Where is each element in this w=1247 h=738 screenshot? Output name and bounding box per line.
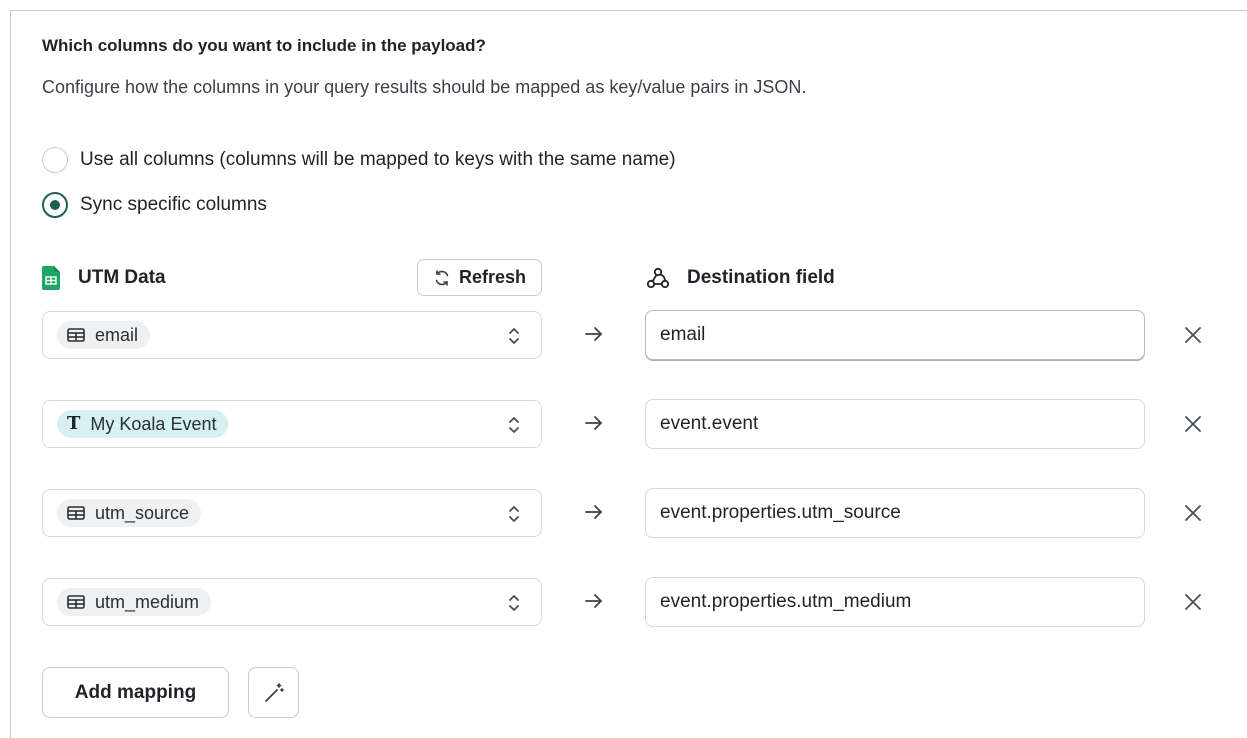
close-icon	[1185, 327, 1201, 343]
refresh-button[interactable]: Refresh	[417, 259, 542, 296]
text-chip: T My Koala Event	[57, 410, 229, 438]
column-name: email	[95, 324, 139, 345]
column-icon	[67, 506, 85, 520]
magic-wand-icon	[264, 682, 284, 702]
refresh-icon	[435, 269, 449, 286]
column-icon	[67, 328, 85, 342]
destination-field-input[interactable]	[645, 488, 1145, 538]
chevron-up-down-icon	[509, 506, 519, 522]
remove-mapping-button[interactable]	[1180, 322, 1206, 348]
chevron-up-down-icon	[509, 417, 519, 433]
radio-circle[interactable]	[42, 147, 68, 173]
column-chip: utm_source	[57, 499, 202, 527]
close-icon	[1185, 594, 1201, 610]
column-name: utm_source	[95, 502, 190, 523]
source-header: UTM Data	[42, 260, 166, 296]
mapping-row: email	[42, 310, 1222, 360]
destination-header: Destination field	[645, 260, 835, 296]
google-sheets-icon	[42, 266, 60, 290]
arrow-right-icon	[585, 327, 602, 341]
webhook-icon	[646, 267, 670, 289]
add-mapping-button[interactable]: Add mapping	[42, 667, 229, 718]
radio-circle-checked[interactable]	[42, 192, 68, 218]
chevron-up-down-icon	[509, 328, 519, 344]
magic-wand-button[interactable]	[248, 667, 299, 718]
source-column-select[interactable]: utm_medium	[42, 578, 542, 626]
destination-title: Destination field	[687, 267, 835, 288]
source-column-select[interactable]: T My Koala Event	[42, 400, 542, 448]
text-icon: T	[67, 413, 81, 434]
radio-label: Sync specific columns	[80, 194, 267, 215]
column-icon	[67, 595, 85, 609]
mapping-row: utm_source	[42, 488, 1222, 538]
chevron-up-down-icon	[509, 595, 519, 611]
refresh-label: Refresh	[458, 267, 527, 287]
remove-mapping-button[interactable]	[1180, 411, 1206, 437]
source-column-select[interactable]: utm_source	[42, 489, 542, 537]
source-column-select[interactable]: email	[42, 311, 542, 359]
mapping-row: T My Koala Event	[42, 399, 1222, 449]
arrow-right-icon	[585, 416, 602, 430]
remove-mapping-button[interactable]	[1180, 500, 1206, 526]
source-title: UTM Data	[78, 267, 166, 288]
radio-label: Use all columns (columns will be mapped …	[80, 149, 676, 170]
section-description: Configure how the columns in your query …	[42, 77, 807, 97]
column-name: utm_medium	[95, 591, 200, 612]
remove-mapping-button[interactable]	[1180, 589, 1206, 615]
panel-frame	[10, 10, 1247, 738]
column-name: My Koala Event	[90, 413, 217, 434]
destination-field-input[interactable]	[645, 577, 1145, 627]
radio-sync-specific-columns[interactable]: Sync specific columns	[42, 192, 267, 218]
close-icon	[1185, 505, 1201, 521]
arrow-right-icon	[585, 594, 602, 608]
column-chip: email	[57, 321, 151, 349]
mapping-row: utm_medium	[42, 577, 1222, 627]
destination-field-input[interactable]	[645, 399, 1145, 449]
section-question: Which columns do you want to include in …	[42, 36, 486, 55]
destination-field-input[interactable]	[645, 310, 1145, 360]
arrow-right-icon	[585, 505, 602, 519]
close-icon	[1185, 416, 1201, 432]
radio-use-all-columns[interactable]: Use all columns (columns will be mapped …	[42, 147, 676, 173]
column-chip: utm_medium	[57, 588, 212, 616]
